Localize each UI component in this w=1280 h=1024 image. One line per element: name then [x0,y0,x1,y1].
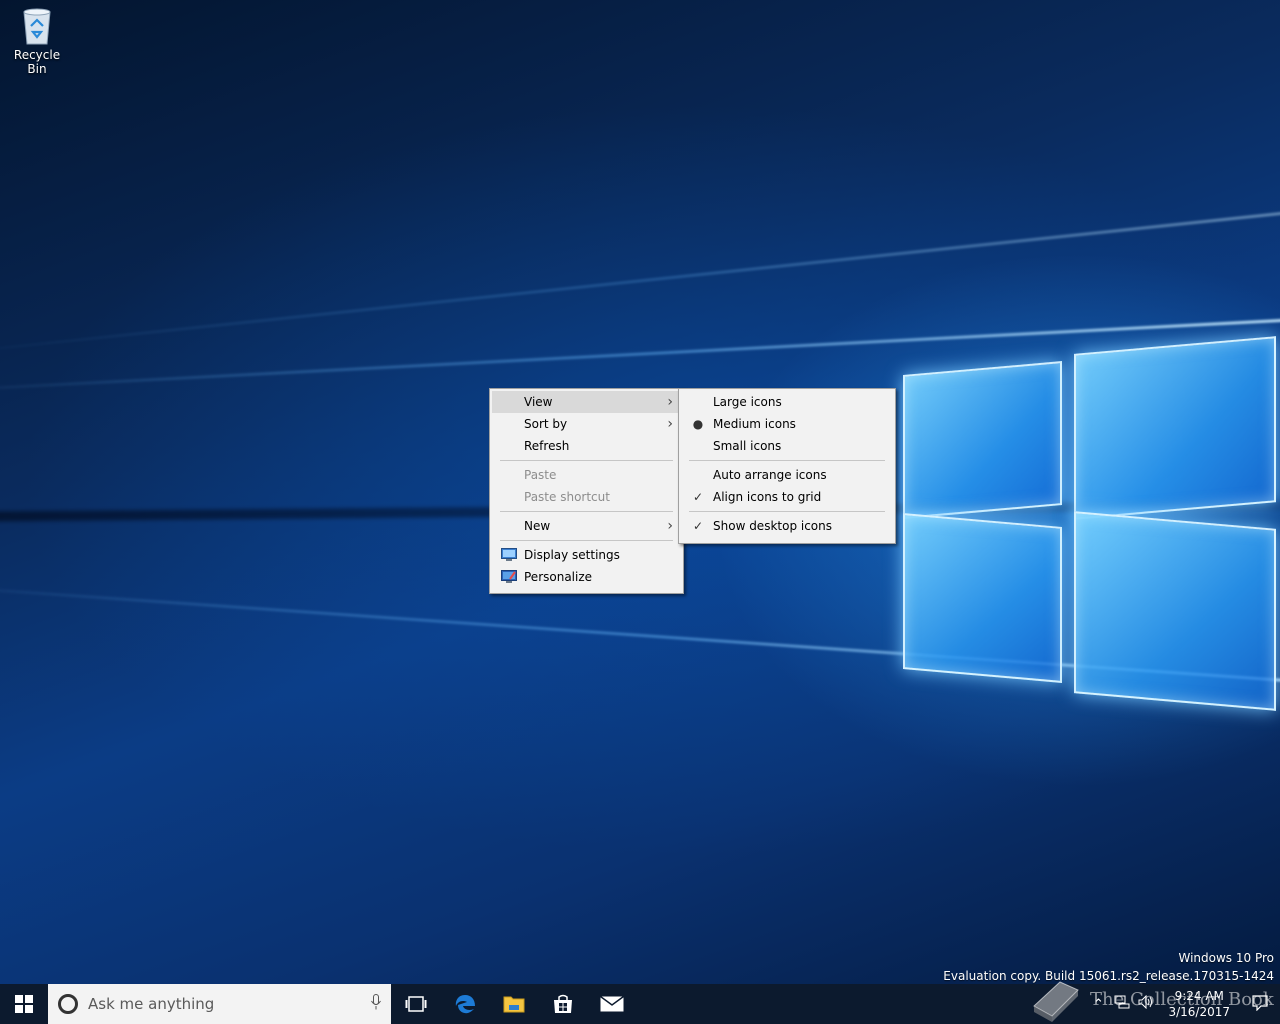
mail-icon[interactable] [587,984,636,1024]
desktop-background[interactable]: Recycle Bin View › Sort by › Refresh Pas… [0,0,1280,984]
menu-item-label: Sort by [524,417,568,431]
menu-item-auto-arrange-icons[interactable]: Auto arrange icons [681,464,893,486]
task-view-icon[interactable] [391,984,440,1024]
menu-item-label: Paste shortcut [524,490,610,504]
menu-item-paste-shortcut: Paste shortcut [492,486,681,508]
light-beam [0,210,1280,360]
windows-edition-watermark: Windows 10 Pro Evaluation copy. Build 15… [943,949,1274,984]
menu-item-sort-by[interactable]: Sort by › [492,413,681,435]
chevron-right-icon: › [667,518,673,534]
display-settings-icon [501,548,517,561]
windows-logo-pane [1074,511,1276,711]
menu-item-label: Small icons [713,439,782,453]
clock-date: 3/16/2017 [1168,1005,1230,1019]
menu-item-view[interactable]: View › [492,391,681,413]
file-explorer-icon[interactable] [489,984,538,1024]
menu-item-label: Display settings [524,548,620,562]
menu-separator [492,457,681,464]
windows-logo-icon [15,995,33,1013]
menu-item-small-icons[interactable]: Small icons [681,435,893,457]
menu-item-paste: Paste [492,464,681,486]
chevron-right-icon: › [667,394,673,410]
menu-item-label: Auto arrange icons [713,468,827,482]
menu-separator [681,508,893,515]
system-tray: ⌃ 9:24 AM 3/16/2017 [1086,984,1280,1024]
menu-item-personalize[interactable]: Personalize [492,566,681,588]
desktop-icon-label: Recycle Bin [13,48,61,76]
checkmark-icon: ✓ [692,490,704,504]
menu-item-label: Paste [524,468,557,482]
show-hidden-icons-chevron-up-icon[interactable]: ⌃ [1086,997,1110,1012]
menu-item-label: Show desktop icons [713,519,833,533]
desktop-icon-recycle-bin[interactable]: Recycle Bin [4,6,70,76]
menu-item-label: Large icons [713,395,782,409]
network-icon[interactable] [1110,995,1134,1013]
view-submenu: Large icons ● Medium icons Small icons A… [678,388,896,544]
search-placeholder: Ask me anything [88,995,215,1013]
personalize-icon [501,570,517,583]
menu-item-label: Refresh [524,439,570,453]
taskbar-clock[interactable]: 9:24 AM 3/16/2017 [1158,988,1240,1020]
store-icon[interactable] [538,984,587,1024]
clock-time: 9:24 AM [1174,989,1224,1003]
desktop-context-menu: View › Sort by › Refresh Paste Paste sho… [489,388,684,594]
menu-item-display-settings[interactable]: Display settings [492,544,681,566]
start-button[interactable] [0,984,48,1024]
watermark-edition: Windows 10 Pro [1178,951,1274,965]
windows-logo-pane [903,513,1062,683]
watermark-build: Evaluation copy. Build 15061.rs2_release… [943,969,1274,983]
menu-item-large-icons[interactable]: Large icons [681,391,893,413]
cortana-icon [58,994,78,1014]
edge-icon[interactable] [440,984,489,1024]
menu-item-label: Medium icons [713,417,796,431]
menu-item-label: Align icons to grid [713,490,822,504]
menu-separator [681,457,893,464]
windows-logo-pane [903,361,1062,519]
menu-separator [492,537,681,544]
checkmark-icon: ✓ [692,519,704,533]
menu-item-align-icons-to-grid[interactable]: ✓ Align icons to grid [681,486,893,508]
menu-separator [492,508,681,515]
search-input[interactable]: Ask me anything [48,984,391,1024]
menu-item-refresh[interactable]: Refresh [492,435,681,457]
menu-item-medium-icons[interactable]: ● Medium icons [681,413,893,435]
taskbar: Ask me anything ⌃ 9:24 AM 3/16/2017 [0,984,1280,1024]
recycle-bin-icon [23,8,51,45]
microphone-icon[interactable] [361,994,391,1014]
volume-icon[interactable] [1134,994,1158,1013]
radio-bullet-icon: ● [692,417,704,431]
menu-item-label: New [524,519,551,533]
chevron-right-icon: › [667,416,673,432]
windows-logo-pane [1074,336,1276,520]
menu-item-show-desktop-icons[interactable]: ✓ Show desktop icons [681,515,893,537]
menu-item-label: View [524,395,553,409]
action-center-icon[interactable] [1240,994,1280,1014]
menu-item-label: Personalize [524,570,593,584]
menu-item-new[interactable]: New › [492,515,681,537]
